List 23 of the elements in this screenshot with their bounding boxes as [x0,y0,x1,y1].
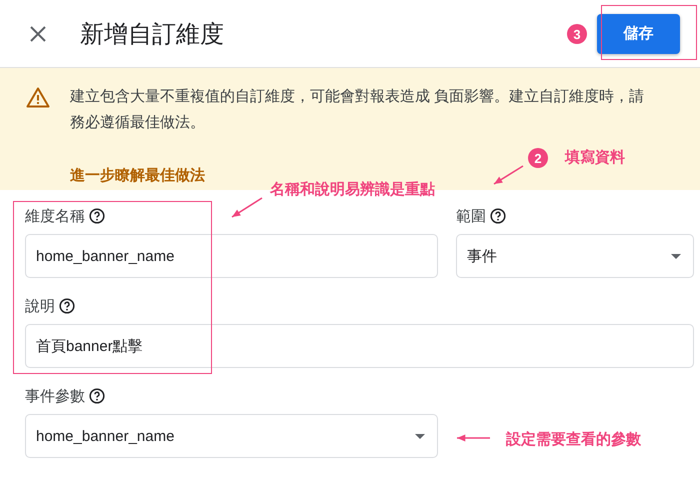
select-field[interactable]: home_banner_name [25,414,438,458]
help-icon[interactable] [89,208,105,224]
help-icon[interactable] [89,388,105,404]
select-field[interactable]: 事件 [456,234,694,278]
dropdown-icon[interactable] [415,434,425,438]
save-button[interactable]: 儲存 [597,14,680,54]
field-label: 事件參數 [25,386,85,406]
close-icon[interactable] [30,26,46,42]
field-label: 維度名稱 [25,206,85,226]
warning-message: 建立包含大量不重複值的自訂維度，可能會對報表造成 負面影響。建立自訂維度時，請務必遵循最佳做法。 [70,87,646,133]
field-label: 範圍 [456,206,486,226]
annotation-note: 設定需要查看的參數 [506,430,641,449]
help-icon[interactable] [59,298,75,314]
annotation-note: 名稱和說明易辨識是重點 [270,180,435,199]
input-field[interactable]: home_banner_name [25,234,438,278]
dropdown-icon[interactable] [671,254,681,258]
help-icon[interactable] [490,208,506,224]
field-label: 說明 [25,296,55,316]
warning-icon [26,87,50,108]
dialog-title: 新增自訂維度 [80,20,224,50]
annotation-note: 填寫資料 [565,148,625,167]
input-field[interactable]: 首頁banner點擊 [25,324,694,368]
step-badge: 3 [567,24,587,44]
